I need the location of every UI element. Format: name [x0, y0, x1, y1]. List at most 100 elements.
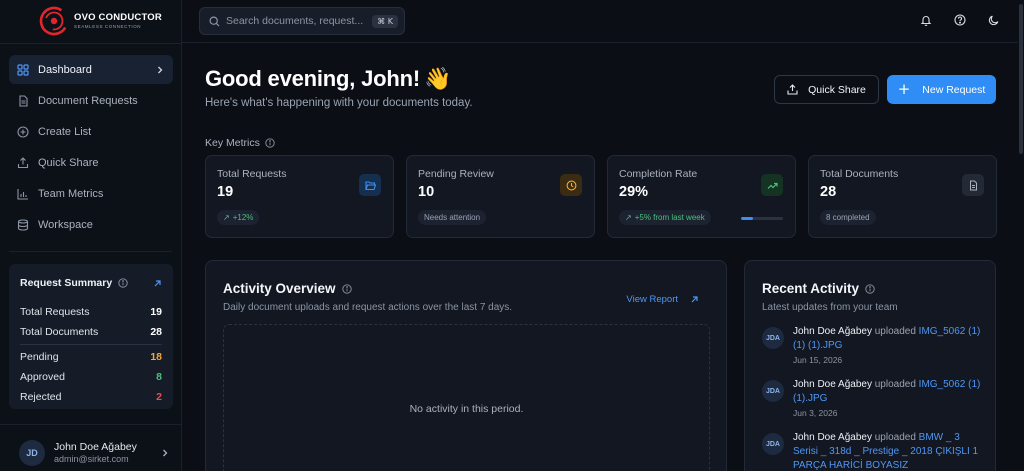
- arrow-up-right-icon: [691, 296, 698, 303]
- avatar: JD: [19, 440, 45, 466]
- metric-title: Total Documents: [820, 168, 899, 180]
- activity-date: Jun 15, 2026: [793, 355, 843, 365]
- metric-badge-text: Needs attention: [424, 213, 481, 222]
- bell-icon[interactable]: [920, 14, 932, 26]
- divider: [0, 424, 181, 425]
- plus-circle-icon: [17, 126, 29, 138]
- sidebar-item-label: Document Requests: [38, 94, 138, 107]
- activity-verb: uploaded: [874, 432, 916, 443]
- summary-row-value: 2: [156, 391, 162, 403]
- quick-share-button[interactable]: Quick Share: [774, 75, 879, 104]
- request-summary-title: Request Summary: [20, 277, 113, 289]
- search-input[interactable]: [226, 15, 366, 27]
- sidebar-item-document-requests[interactable]: Document Requests: [9, 86, 173, 115]
- sidebar-item-label: Create List: [38, 125, 92, 138]
- page-subtitle: Here's what's happening with your docume…: [205, 97, 473, 109]
- arrow-up-right-icon[interactable]: [153, 279, 162, 288]
- chevron-right-icon: [158, 66, 163, 73]
- chevron-right-icon: [163, 449, 168, 457]
- sidebar-item-team-metrics[interactable]: Team Metrics: [9, 180, 173, 209]
- avatar: JDA: [762, 380, 784, 402]
- info-icon[interactable]: [265, 138, 275, 148]
- scrollbar-thumb[interactable]: [1019, 4, 1023, 154]
- new-request-button[interactable]: + New Request: [887, 75, 996, 104]
- topbar: ⌘ K: [182, 0, 1024, 43]
- summary-row-label: Pending: [20, 351, 59, 363]
- activity-list: JDA John Doe Ağabey uploaded IMG_5062 (1…: [762, 325, 982, 471]
- metric-value: 10: [418, 184, 435, 200]
- sidebar-item-dashboard[interactable]: Dashboard: [9, 55, 173, 84]
- metric-badge-text: 8 completed: [826, 213, 870, 222]
- divider: [0, 43, 181, 44]
- greeting-text: Good evening, John!: [205, 66, 420, 91]
- metric-title: Completion Rate: [619, 168, 698, 180]
- summary-row-rejected: Rejected 2: [20, 387, 162, 407]
- logo-ring-icon: [39, 6, 69, 36]
- waving-hand-icon: 👋: [423, 67, 452, 92]
- list-item[interactable]: JDA John Doe Ağabey uploaded IMG_5062 (1…: [762, 325, 982, 378]
- metric-badge-text: +12%: [232, 213, 254, 222]
- progress-fill: [741, 217, 754, 220]
- brand-logo[interactable]: OVO CONDUCTOR SEAMLESS CONNECTION: [38, 4, 162, 38]
- completion-progress-bar: [741, 217, 783, 220]
- page-title: Good evening, John! 👋: [205, 66, 451, 92]
- metric-icon-badge: [761, 174, 783, 196]
- quick-share-label: Quick Share: [808, 83, 866, 96]
- metric-card-total-documents[interactable]: Total Documents 28 8 completed: [808, 155, 997, 238]
- info-icon[interactable]: [865, 283, 875, 294]
- info-icon[interactable]: [118, 278, 128, 288]
- metric-badge: Needs attention: [418, 210, 487, 225]
- sidebar-item-label: Dashboard: [38, 63, 92, 76]
- sidebar-item-workspace[interactable]: Workspace: [9, 211, 173, 240]
- user-email: admin@sirket.com: [54, 453, 129, 464]
- view-report-label: View Report: [626, 294, 678, 305]
- search-box[interactable]: ⌘ K: [199, 7, 405, 35]
- key-metrics-label: Key Metrics: [205, 137, 260, 149]
- sidebar: OVO CONDUCTOR SEAMLESS CONNECTION Dashbo…: [0, 0, 182, 471]
- metric-icon-badge: [560, 174, 582, 196]
- activity-verb: uploaded: [874, 326, 916, 337]
- metric-badge-text: +5% from last week: [634, 213, 705, 222]
- recent-activity-panel: Recent Activity Latest updates from your…: [744, 260, 996, 471]
- divider: [9, 251, 172, 252]
- summary-row-total-requests: Total Requests 19: [20, 302, 162, 322]
- new-request-label: New Request: [922, 83, 986, 96]
- metric-card-completion-rate[interactable]: Completion Rate 29% ↗ +5% from last week: [607, 155, 796, 238]
- info-icon[interactable]: [341, 283, 352, 294]
- list-item[interactable]: JDA John Doe Ağabey uploaded BMW _ 3 Ser…: [762, 431, 982, 471]
- share-icon: [17, 157, 29, 169]
- sidebar-item-label: Team Metrics: [38, 188, 104, 201]
- metric-badge: ↗ +12%: [217, 210, 260, 225]
- metric-card-total-requests[interactable]: Total Requests 19 ↗ +12%: [205, 155, 394, 238]
- summary-row-total-documents: Total Documents 28: [20, 322, 162, 342]
- page-scrollbar[interactable]: [1018, 0, 1024, 471]
- document-icon: [19, 95, 28, 107]
- summary-row-value: 18: [150, 351, 162, 363]
- moon-icon[interactable]: [988, 14, 1000, 26]
- metric-card-pending-review[interactable]: Pending Review 10 Needs attention: [406, 155, 595, 238]
- search-icon: [209, 15, 220, 26]
- help-icon[interactable]: [954, 14, 966, 26]
- metric-badge: 8 completed: [820, 210, 876, 225]
- plus-icon: +: [897, 80, 911, 98]
- database-icon: [17, 219, 29, 231]
- sidebar-item-create-list[interactable]: Create List: [9, 117, 173, 146]
- metric-value: 19: [217, 184, 234, 200]
- activity-overview-subtitle: Daily document uploads and request actio…: [223, 302, 513, 313]
- clock-icon: [566, 180, 576, 190]
- activity-user: John Doe Ağabey: [793, 326, 872, 337]
- arrow-up-right-icon: ↗: [223, 213, 230, 222]
- user-menu[interactable]: JD John Doe Ağabey admin@sirket.com: [19, 439, 169, 467]
- activity-overview-title: Activity Overview: [223, 281, 336, 296]
- list-item[interactable]: JDA John Doe Ağabey uploaded IMG_5062 (1…: [762, 378, 982, 431]
- summary-row-label: Total Requests: [20, 306, 90, 318]
- metric-value: 29%: [619, 184, 649, 200]
- sidebar-item-quick-share[interactable]: Quick Share: [9, 149, 173, 178]
- brand-tagline: SEAMLESS CONNECTION: [74, 23, 142, 29]
- metric-title: Total Requests: [217, 168, 287, 180]
- key-metrics-heading: Key Metrics: [205, 137, 275, 149]
- activity-overview-title-row: Activity Overview: [223, 281, 352, 296]
- recent-activity-title: Recent Activity: [762, 281, 860, 296]
- view-report-link[interactable]: View Report: [626, 294, 699, 305]
- bar-chart-icon: [17, 189, 28, 200]
